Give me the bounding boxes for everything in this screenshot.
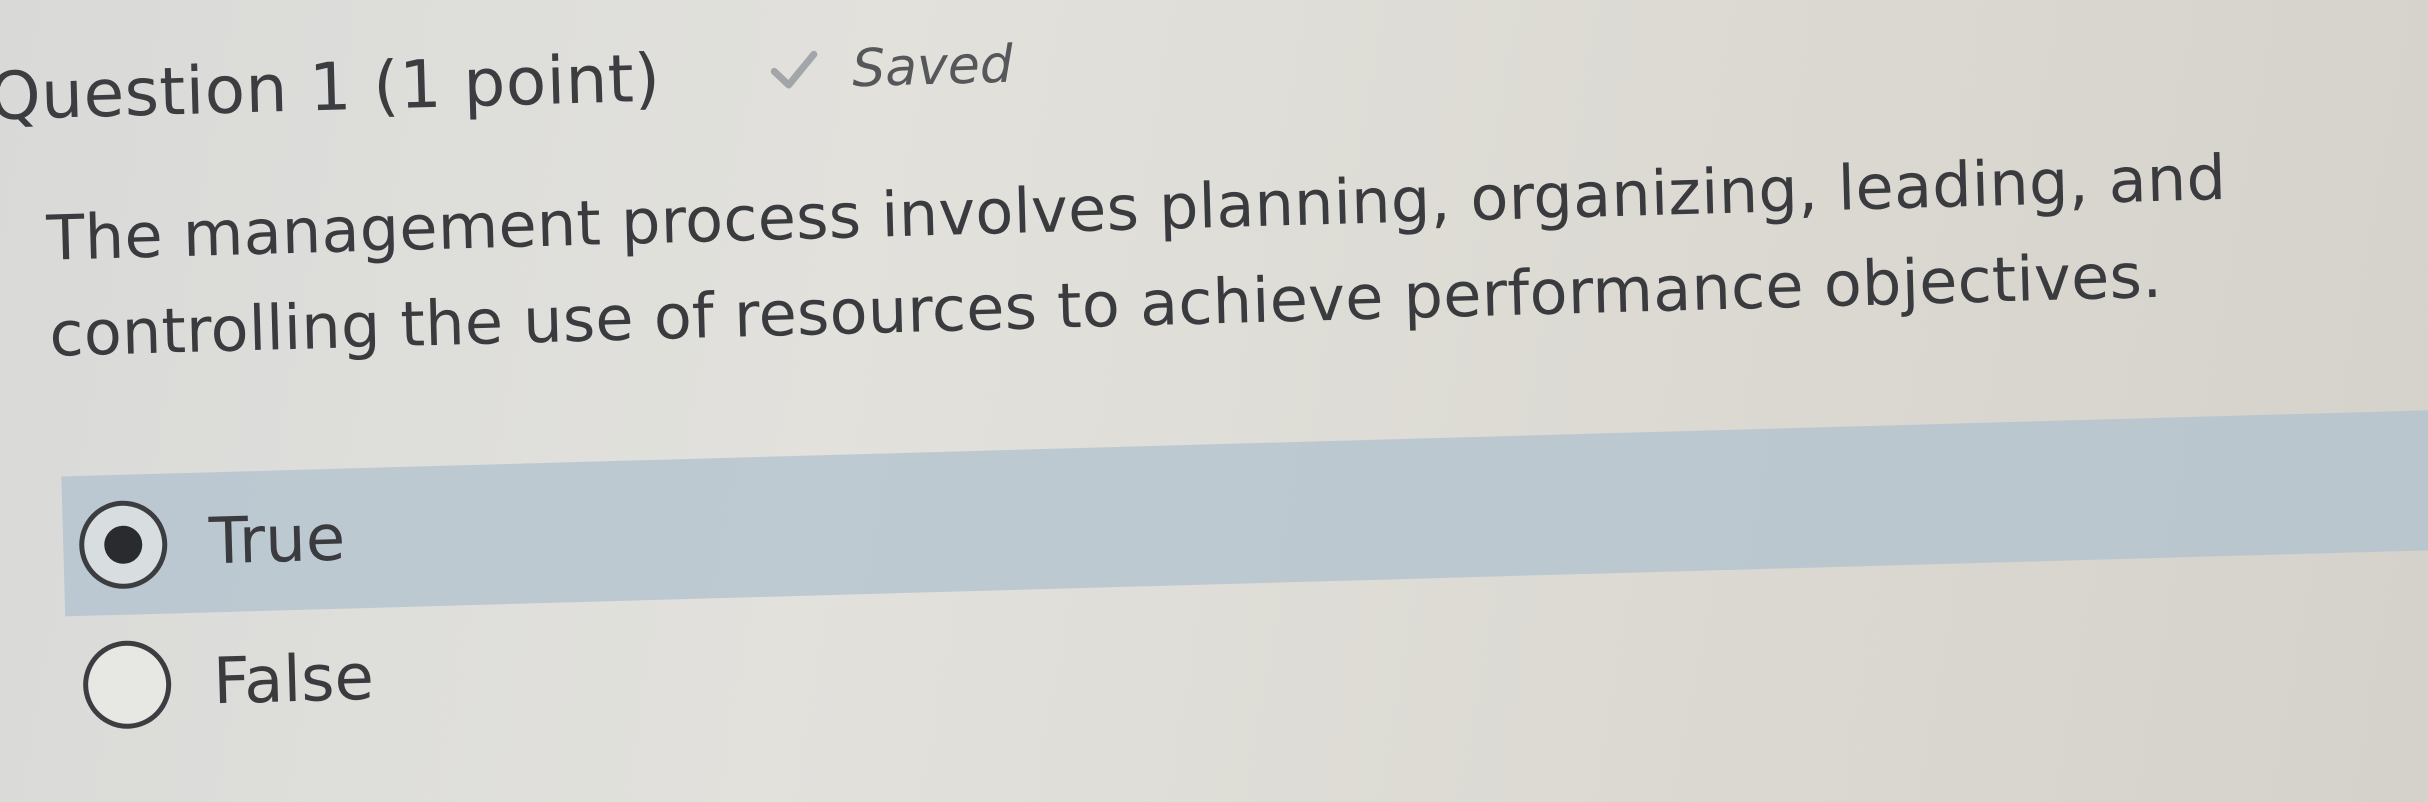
- question-text: The management process involves planning…: [45, 140, 2228, 371]
- question-header: Question 1 (1 point) Saved: [0, 30, 1014, 136]
- question-title: Question 1 (1 point): [0, 39, 662, 136]
- answer-label[interactable]: True: [208, 502, 346, 580]
- saved-label: Saved: [851, 34, 1014, 100]
- answer-label[interactable]: False: [212, 641, 375, 719]
- saved-status: Saved: [769, 34, 1014, 102]
- check-icon: [770, 50, 818, 89]
- quiz-page: Question 1 (1 point) Saved The managemen…: [0, 0, 2428, 802]
- radio-button-selected[interactable]: [78, 499, 169, 590]
- answer-options: True False: [61, 408, 2428, 756]
- radio-button[interactable]: [81, 639, 173, 730]
